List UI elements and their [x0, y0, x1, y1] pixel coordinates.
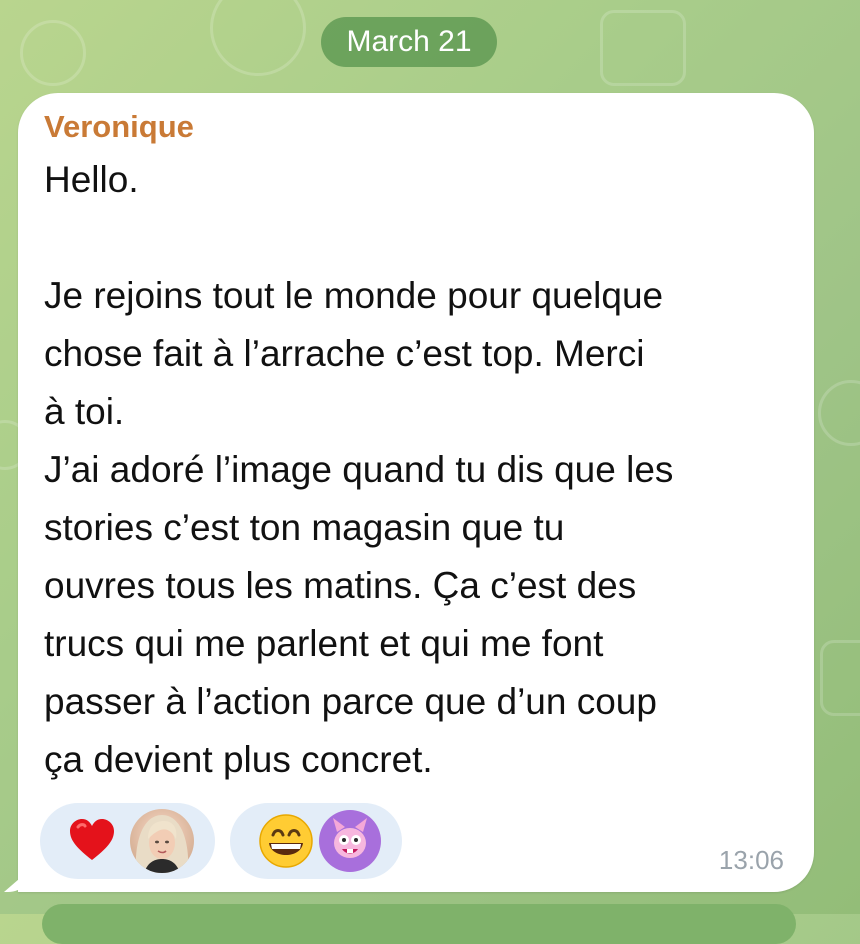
- user-avatar: [130, 809, 194, 873]
- reaction-heart[interactable]: [40, 803, 215, 879]
- reaction-grin[interactable]: [230, 803, 402, 879]
- message-line: à toi.: [44, 391, 125, 432]
- red-heart-icon: [70, 819, 114, 860]
- message-timestamp: 13:06: [718, 845, 784, 875]
- grinning-face-icon: [259, 814, 313, 868]
- date-separator: March 21: [321, 17, 497, 67]
- background-doodle: [820, 640, 860, 716]
- message-line: stories c’est ton magasin que tu: [44, 507, 565, 548]
- message-line: Je rejoins tout le monde pour quelque: [44, 275, 664, 316]
- message-line: trucs qui me parlent et qui me font: [44, 623, 604, 664]
- message-bubble[interactable]: Veronique Hello. Je rejoins tout le mond…: [4, 93, 814, 892]
- message-line: passer à l’action parce que d’un coup: [44, 681, 657, 722]
- sticker-avatar: [319, 810, 381, 872]
- background-doodle: [818, 380, 860, 446]
- background-doodle: [600, 10, 686, 86]
- background-doodle: [20, 20, 86, 86]
- message-line: ouvres tous les matins. Ça c’est des: [44, 565, 637, 606]
- next-message-bubble[interactable]: [42, 904, 796, 944]
- message-line: J’ai adoré l’image quand tu dis que les: [44, 449, 674, 490]
- bubble-tail: [4, 866, 34, 892]
- sender-name[interactable]: Veronique: [44, 109, 194, 145]
- message-line: ça devient plus concret.: [44, 739, 433, 780]
- background-doodle: [210, 0, 306, 76]
- message-text: Hello. Je rejoins tout le monde pour que…: [44, 151, 814, 789]
- message-line: Hello.: [44, 159, 139, 200]
- message-line: chose fait à l’arrache c’est top. Merci: [44, 333, 645, 374]
